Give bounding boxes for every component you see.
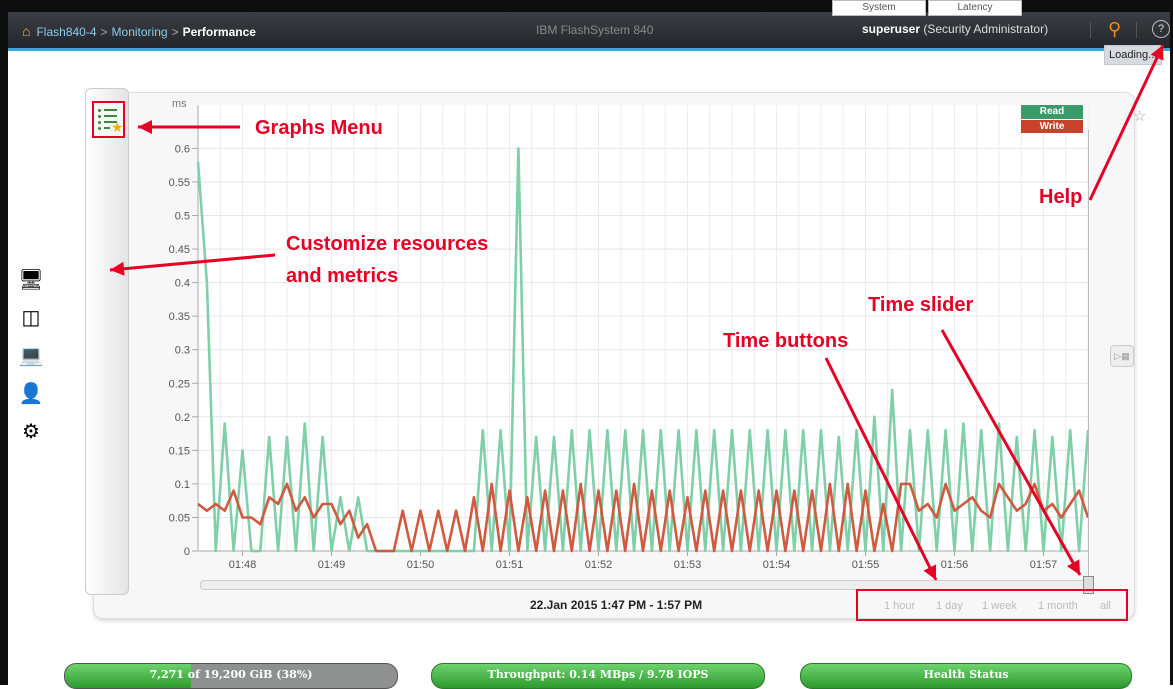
time-button-all[interactable]: all (1100, 600, 1111, 612)
health-status-label: Health Status (923, 668, 1009, 681)
time-button-1-day[interactable]: 1 day (936, 600, 963, 612)
y-tick-label: 0.4 (175, 278, 190, 290)
graph-selector-read[interactable]: Read (1021, 105, 1083, 119)
y-tick-label: 0.35 (169, 311, 190, 323)
y-tick-label: 0.25 (169, 378, 190, 390)
help-arrow-shaft (1088, 44, 1165, 201)
graph-selector-write[interactable]: Write (1021, 120, 1083, 133)
x-tick-label: 01:54 (763, 559, 791, 571)
collapse-panel-icon[interactable]: ▷▦ (1110, 345, 1134, 367)
y-tick-label: 0.6 (175, 143, 190, 155)
capacity-label: 7,271 of 19,200 GiB (38%) (149, 668, 313, 681)
annotation-time-buttons: Time buttons (723, 330, 849, 352)
graph-selector-system[interactable]: System (832, 0, 926, 16)
y-tick-label: 0.55 (169, 177, 190, 189)
y-tick-label: 0.15 (169, 445, 190, 457)
health-status-bar[interactable]: Health Status (800, 663, 1132, 689)
y-tick-label: 0.5 (175, 211, 190, 223)
y-tick-label: 0.05 (169, 512, 190, 524)
date-range-label: 22.Jan 2015 1:47 PM - 1:57 PM (530, 598, 703, 612)
y-tick-label: 0.2 (175, 412, 190, 424)
y-tick-label: 0.45 (169, 244, 190, 256)
y-tick-label: 0 (184, 546, 190, 558)
annotation-customize-line1: Customize resources (286, 233, 489, 255)
throughput-label: Throughput: 0.14 MBps / 9.78 IOPS (487, 668, 709, 681)
chart-grid (197, 105, 1089, 552)
y-tick-label: 0.1 (175, 479, 190, 491)
time-button-1-hour[interactable]: 1 hour (884, 600, 915, 612)
y-tick-label: 0.3 (175, 345, 190, 357)
capacity-bar[interactable]: 7,271 of 19,200 GiB (38%) (64, 663, 398, 689)
time-button-1-week[interactable]: 1 week (982, 600, 1017, 612)
annotation-customize-line2: and metrics (286, 265, 399, 287)
annotation-graphs-menu: Graphs Menu (255, 117, 383, 139)
x-tick-label: 01:55 (852, 559, 880, 571)
customize-arrow-head (110, 261, 125, 276)
x-tick-label: 01:57 (1030, 559, 1058, 571)
x-tick-label: 01:52 (585, 559, 613, 571)
favorite-star-icon[interactable]: ☆ (1133, 107, 1146, 125)
x-tick-label: 01:50 (407, 559, 435, 571)
throughput-bar[interactable]: Throughput: 0.14 MBps / 9.78 IOPS (431, 663, 765, 689)
time-buttons: 1 hour 1 day 1 week 1 month all (856, 589, 1128, 621)
x-tick-label: 01:53 (674, 559, 702, 571)
x-tick-label: 01:51 (496, 559, 524, 571)
x-tick-label: 01:56 (941, 559, 969, 571)
annotation-time-slider: Time slider (868, 294, 974, 316)
slider-guide (1088, 130, 1089, 580)
x-tick-label: 01:48 (229, 559, 257, 571)
graphs-menu-arrow-head (138, 120, 152, 134)
annotation-help: Help (1039, 186, 1083, 208)
time-button-1-month[interactable]: 1 month (1038, 600, 1078, 612)
graph-selector-latency[interactable]: Latency (928, 0, 1022, 16)
x-tick-label: 01:49 (318, 559, 346, 571)
y-axis-label: ms (172, 98, 187, 110)
